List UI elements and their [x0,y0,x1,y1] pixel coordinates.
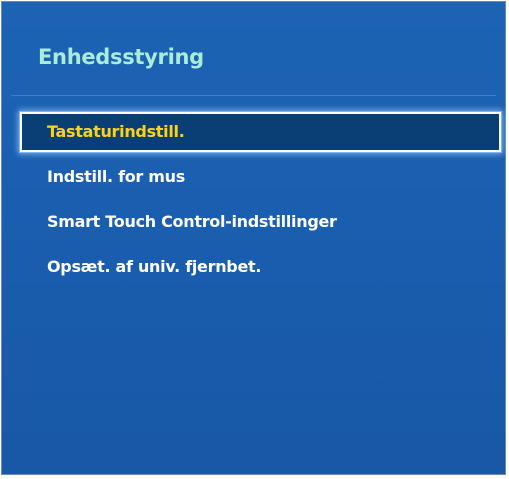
menu-item-mouse-settings[interactable]: Indstill. for mus [20,157,501,197]
device-manager-panel: Enhedsstyring Tastaturindstill. Indstill… [1,1,506,475]
menu-item-universal-remote-setup[interactable]: Opsæt. af univ. fjernbet. [20,247,501,287]
menu-item-smart-touch-control-settings[interactable]: Smart Touch Control-indstillinger [20,202,501,242]
settings-menu: Tastaturindstill. Indstill. for mus Smar… [20,112,501,292]
menu-item-keyboard-settings[interactable]: Tastaturindstill. [20,112,501,152]
panel-title: Enhedsstyring [38,45,204,69]
title-divider [11,95,496,96]
